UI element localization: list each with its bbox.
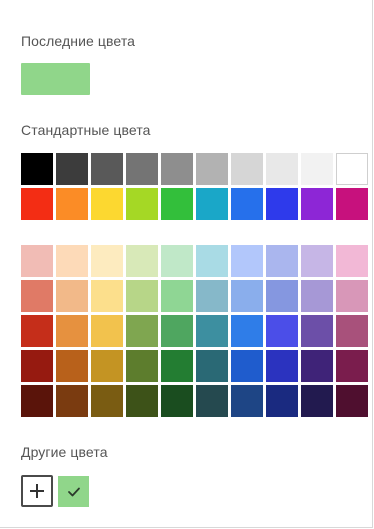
standard-color-swatch[interactable] bbox=[56, 188, 88, 220]
palette-color-swatch[interactable] bbox=[91, 280, 123, 312]
standard-color-swatch[interactable] bbox=[161, 188, 193, 220]
custom-color-swatch-selected[interactable] bbox=[58, 476, 89, 507]
palette-color-swatch[interactable] bbox=[161, 280, 193, 312]
palette-color-swatch[interactable] bbox=[161, 350, 193, 382]
color-picker-panel: Последние цвета Стандартные цвета Другие… bbox=[0, 0, 373, 528]
other-colors-title: Другие цвета bbox=[21, 444, 108, 460]
palette-color-swatch[interactable] bbox=[196, 315, 228, 347]
palette-color-swatch[interactable] bbox=[231, 350, 263, 382]
recent-color-swatch[interactable] bbox=[21, 63, 90, 95]
palette-color-swatch[interactable] bbox=[196, 385, 228, 417]
standard-color-swatch[interactable] bbox=[266, 153, 298, 185]
palette-color-swatch[interactable] bbox=[266, 385, 298, 417]
palette-color-swatch[interactable] bbox=[91, 350, 123, 382]
palette-color-swatch[interactable] bbox=[56, 315, 88, 347]
palette-color-swatch[interactable] bbox=[21, 350, 53, 382]
standard-color-swatch[interactable] bbox=[231, 188, 263, 220]
palette-color-swatch[interactable] bbox=[266, 315, 298, 347]
palette-color-swatch[interactable] bbox=[266, 245, 298, 277]
palette-color-swatch[interactable] bbox=[126, 245, 158, 277]
standard-color-swatch[interactable] bbox=[91, 153, 123, 185]
palette-color-swatch[interactable] bbox=[91, 315, 123, 347]
standard-color-swatch[interactable] bbox=[196, 188, 228, 220]
palette-color-swatch[interactable] bbox=[336, 245, 368, 277]
palette-color-swatch[interactable] bbox=[266, 350, 298, 382]
palette-color-swatch[interactable] bbox=[301, 245, 333, 277]
standard-color-swatch[interactable] bbox=[126, 153, 158, 185]
palette-color-swatch[interactable] bbox=[231, 280, 263, 312]
standard-colors-title: Стандартные цвета bbox=[21, 122, 151, 138]
palette-color-swatch[interactable] bbox=[266, 280, 298, 312]
palette-color-swatch[interactable] bbox=[21, 280, 53, 312]
palette-color-swatch[interactable] bbox=[196, 280, 228, 312]
palette-color-swatch[interactable] bbox=[301, 280, 333, 312]
add-custom-color-button[interactable] bbox=[21, 475, 53, 507]
palette-color-swatch[interactable] bbox=[161, 315, 193, 347]
palette-color-swatch[interactable] bbox=[161, 385, 193, 417]
palette-color-swatch[interactable] bbox=[126, 385, 158, 417]
standard-color-swatch[interactable] bbox=[126, 188, 158, 220]
palette-color-swatch[interactable] bbox=[91, 385, 123, 417]
palette-color-swatch[interactable] bbox=[301, 350, 333, 382]
palette-color-swatch[interactable] bbox=[196, 245, 228, 277]
standard-color-swatch[interactable] bbox=[21, 188, 53, 220]
standard-color-swatch[interactable] bbox=[21, 153, 53, 185]
palette-color-swatch[interactable] bbox=[21, 245, 53, 277]
standard-color-swatch[interactable] bbox=[91, 188, 123, 220]
standard-color-swatch[interactable] bbox=[301, 153, 333, 185]
palette-color-swatch[interactable] bbox=[56, 280, 88, 312]
standard-color-swatch[interactable] bbox=[231, 153, 263, 185]
palette-color-swatch[interactable] bbox=[336, 315, 368, 347]
palette-color-swatch[interactable] bbox=[21, 315, 53, 347]
palette-color-swatch[interactable] bbox=[56, 350, 88, 382]
standard-color-swatch[interactable] bbox=[196, 153, 228, 185]
standard-color-swatch[interactable] bbox=[161, 153, 193, 185]
palette-colors-grid bbox=[21, 245, 368, 417]
standard-colors-grid bbox=[21, 153, 368, 220]
palette-color-swatch[interactable] bbox=[56, 245, 88, 277]
checkmark-icon bbox=[67, 487, 80, 496]
standard-color-swatch[interactable] bbox=[301, 188, 333, 220]
recent-colors-title: Последние цвета bbox=[21, 33, 136, 49]
palette-color-swatch[interactable] bbox=[91, 245, 123, 277]
standard-color-swatch[interactable] bbox=[56, 153, 88, 185]
palette-color-swatch[interactable] bbox=[126, 280, 158, 312]
palette-color-swatch[interactable] bbox=[126, 350, 158, 382]
standard-color-swatch[interactable] bbox=[336, 153, 368, 185]
palette-color-swatch[interactable] bbox=[21, 385, 53, 417]
palette-color-swatch[interactable] bbox=[196, 350, 228, 382]
palette-color-swatch[interactable] bbox=[336, 350, 368, 382]
palette-color-swatch[interactable] bbox=[231, 385, 263, 417]
palette-color-swatch[interactable] bbox=[231, 315, 263, 347]
palette-color-swatch[interactable] bbox=[336, 280, 368, 312]
palette-color-swatch[interactable] bbox=[231, 245, 263, 277]
standard-color-swatch[interactable] bbox=[266, 188, 298, 220]
palette-color-swatch[interactable] bbox=[301, 315, 333, 347]
standard-color-swatch[interactable] bbox=[336, 188, 368, 220]
palette-color-swatch[interactable] bbox=[161, 245, 193, 277]
plus-icon bbox=[30, 484, 44, 498]
palette-color-swatch[interactable] bbox=[126, 315, 158, 347]
palette-color-swatch[interactable] bbox=[301, 385, 333, 417]
palette-color-swatch[interactable] bbox=[56, 385, 88, 417]
palette-color-swatch[interactable] bbox=[336, 385, 368, 417]
